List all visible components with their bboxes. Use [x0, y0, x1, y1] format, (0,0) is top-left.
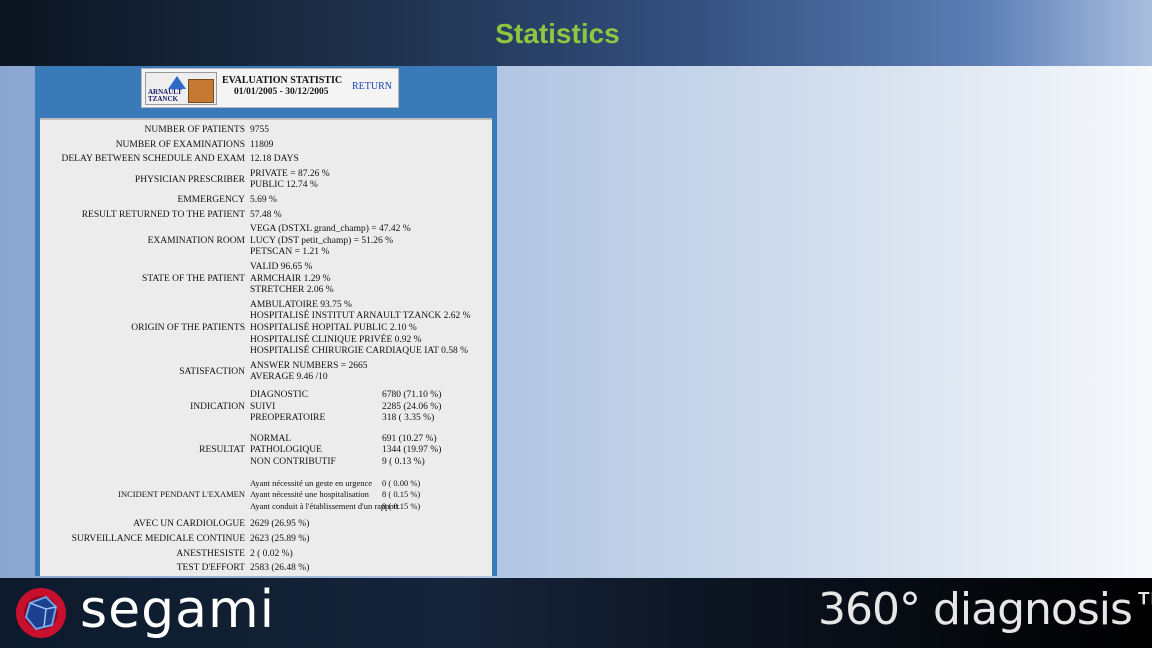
stat-value: STRETCHER 2.06 %: [250, 285, 334, 296]
stat-row: EXAMINATION ROOM VEGA (DSTXL grand_champ)…: [40, 224, 492, 259]
segami-brand: segami: [80, 580, 276, 640]
stat-label: STATE OF THE PATIENT: [142, 273, 245, 284]
stat-label: RESULT RETURNED TO THE PATIENT: [81, 209, 245, 220]
stat-label: SURVEILLANCE MEDICALE CONTINUE: [71, 534, 245, 544]
stat-value: LUCY (DST petit_champ) = 51.26 %: [250, 235, 394, 246]
stat-label: INDICATION: [190, 401, 245, 412]
diagnosis-brand: 360° diagnosis™: [818, 584, 1152, 635]
stat-row: EMMERGENCY 5.69 %: [40, 195, 492, 207]
stat-value: NON CONTRIBUTIF: [250, 456, 336, 467]
stat-row: NUMBER OF PATIENTS 9755: [40, 125, 492, 137]
stat-count: 691 (10.27 %): [382, 433, 437, 444]
stat-row: PHYSICIAN PRESCRIBER PRIVATE = 87.26 % PUB…: [40, 169, 492, 192]
stat-count: 2285 (24.06 %): [382, 401, 442, 412]
stat-label: INCIDENT PENDANT L'EXAMEN: [118, 489, 245, 500]
stat-count: 1344 (19.97 %): [382, 445, 442, 456]
stat-label: AVEC UN CARDIOLOGUE: [133, 519, 245, 530]
stat-value: DIAGNOSTIC: [250, 390, 309, 400]
stat-value: VALID 96.65 %: [250, 262, 313, 272]
stat-label: DELAY BETWEEN SCHEDULE AND EXAM: [61, 154, 245, 165]
statistics-screenshot: ARNAULT TZANCK EVALUATION STATISTIC 01/0…: [35, 66, 497, 576]
stat-value: HOSPITALISÉ CHIRURGIE CARDIAQUE IAT 0.58…: [250, 346, 469, 357]
stat-value: PREOPERATOIRE: [250, 413, 326, 424]
stat-value: VEGA (DSTXL grand_champ) = 47.42 %: [250, 224, 411, 235]
report-date-range: 01/01/2005 - 30/12/2005: [234, 87, 329, 97]
stat-value: 5.69 %: [250, 195, 277, 205]
stat-value: HOSPITALISÉ CLINIQUE PRIVÉE 0.92 %: [250, 334, 422, 345]
stat-row: ORIGIN OF THE PATIENTS AMBULATOIRE 93.75 …: [40, 300, 492, 358]
stat-label: ORIGIN OF THE PATIENTS: [131, 322, 245, 333]
stat-label: NUMBER OF EXAMINATIONS: [115, 139, 245, 150]
stat-label: RESULTAT: [199, 445, 245, 456]
stat-value: Ayant conduit à l'établissement d'un rap…: [250, 500, 399, 511]
stat-label: PHYSICIAN PRESCRIBER: [134, 174, 245, 185]
stat-value: SUIVI: [250, 401, 276, 412]
stat-row: DELAY BETWEEN SCHEDULE AND EXAM 12.18 DAY…: [40, 154, 492, 166]
stat-value: 9755: [250, 125, 269, 135]
report-header: ARNAULT TZANCK EVALUATION STATISTIC 01/0…: [141, 68, 399, 108]
stat-value: 57.48 %: [250, 209, 282, 220]
stat-count: 8 ( 0.15 %): [382, 489, 421, 500]
stat-count: 318 ( 3.35 %): [382, 413, 435, 424]
stat-label: NUMBER OF PATIENTS: [144, 125, 245, 135]
stat-label: TEST D'EFFORT: [176, 563, 245, 574]
stat-count: 6780 (71.10 %): [382, 390, 442, 400]
stat-label: ANESTHESISTE: [176, 548, 245, 559]
stat-value: 2623 (25.89 %): [250, 534, 310, 544]
stat-row: AVEC UN CARDIOLOGUE 2629 (26.95 %): [40, 519, 492, 531]
stat-label: EXAMINATION ROOM: [147, 235, 245, 246]
stat-value: ARMCHAIR 1.29 %: [250, 273, 331, 284]
stat-value: Ayant nécessité un geste en urgence: [250, 477, 373, 488]
stat-value: 12.18 DAYS: [250, 154, 299, 165]
statistics-table: NUMBER OF PATIENTS 9755 NUMBER OF EXAMINAT…: [40, 118, 492, 576]
stat-value: 2 ( 0.02 %): [250, 548, 293, 559]
arnault-tzanck-logo: ARNAULT TZANCK: [145, 72, 217, 105]
stat-label: EMMERGENCY: [177, 195, 245, 205]
stat-count: 9 ( 0.13 %): [382, 456, 425, 467]
stat-row: RESULTAT NORMAL 691 (10.27 %) PATHOLOGIQUE 1…: [40, 434, 492, 469]
stat-count: 8 ( 0.15 %): [382, 500, 421, 511]
stat-value: PUBLIC 12.74 %: [250, 180, 318, 191]
stat-value: PRIVATE = 87.26 %: [250, 168, 330, 179]
stat-value: HOSPITALISÉ INSTITUT ARNAULT TZANCK 2.62…: [250, 311, 471, 322]
stat-row: SATISFACTION ANSWER NUMBERS = 2665 AVERAGE…: [40, 361, 492, 384]
stat-value: 2583 (26.48 %): [250, 563, 310, 574]
suitcase-icon: [188, 79, 214, 103]
stat-value: AMBULATOIRE 93.75 %: [250, 299, 352, 310]
stat-row: NUMBER OF EXAMINATIONS 11809: [40, 140, 492, 152]
stat-value: AVERAGE 9.46 /10: [250, 372, 328, 383]
stat-row: ANESTHESISTE 2 ( 0.02 %): [40, 549, 492, 561]
stat-row: INCIDENT PENDANT L'EXAMEN Ayant nécessité…: [40, 478, 492, 513]
stat-count: 0 ( 0.00 %): [382, 477, 421, 488]
stat-row: STATE OF THE PATIENT VALID 96.65 % ARMCHAI…: [40, 262, 492, 297]
stat-label: SATISFACTION: [179, 366, 245, 377]
report-title: EVALUATION STATISTIC: [222, 75, 343, 86]
stat-value: Ayant nécessité une hospitalisation: [250, 489, 369, 500]
stat-value: HOSPITALISÉ HOPITAL PUBLIC 2.10 %: [250, 322, 417, 333]
stat-value: PETSCAN = 1.21 %: [250, 247, 330, 258]
stat-value: 2629 (26.95 %): [250, 519, 310, 530]
stat-value: 11809: [250, 139, 274, 150]
stat-value: PATHOLOGIQUE: [250, 445, 322, 456]
stat-row: SURVEILLANCE MEDICALE CONTINUE 2623 (25.8…: [40, 534, 492, 546]
slide-title: Statistics: [495, 18, 620, 49]
stat-row: TEST D'EFFORT 2583 (26.48 %): [40, 563, 492, 575]
stat-value: NORMAL: [250, 433, 292, 444]
stat-value: ANSWER NUMBERS = 2665: [250, 360, 368, 371]
segami-logo-icon: [16, 588, 66, 638]
stat-row: RESULT RETURNED TO THE PATIENT 57.48 %: [40, 210, 492, 222]
stat-row: INDICATION DIAGNOSTIC 6780 (71.10 %) SUIVI 2…: [40, 390, 492, 425]
logo-text: ARNAULT TZANCK: [148, 88, 182, 103]
return-link[interactable]: RETURN: [352, 81, 392, 92]
